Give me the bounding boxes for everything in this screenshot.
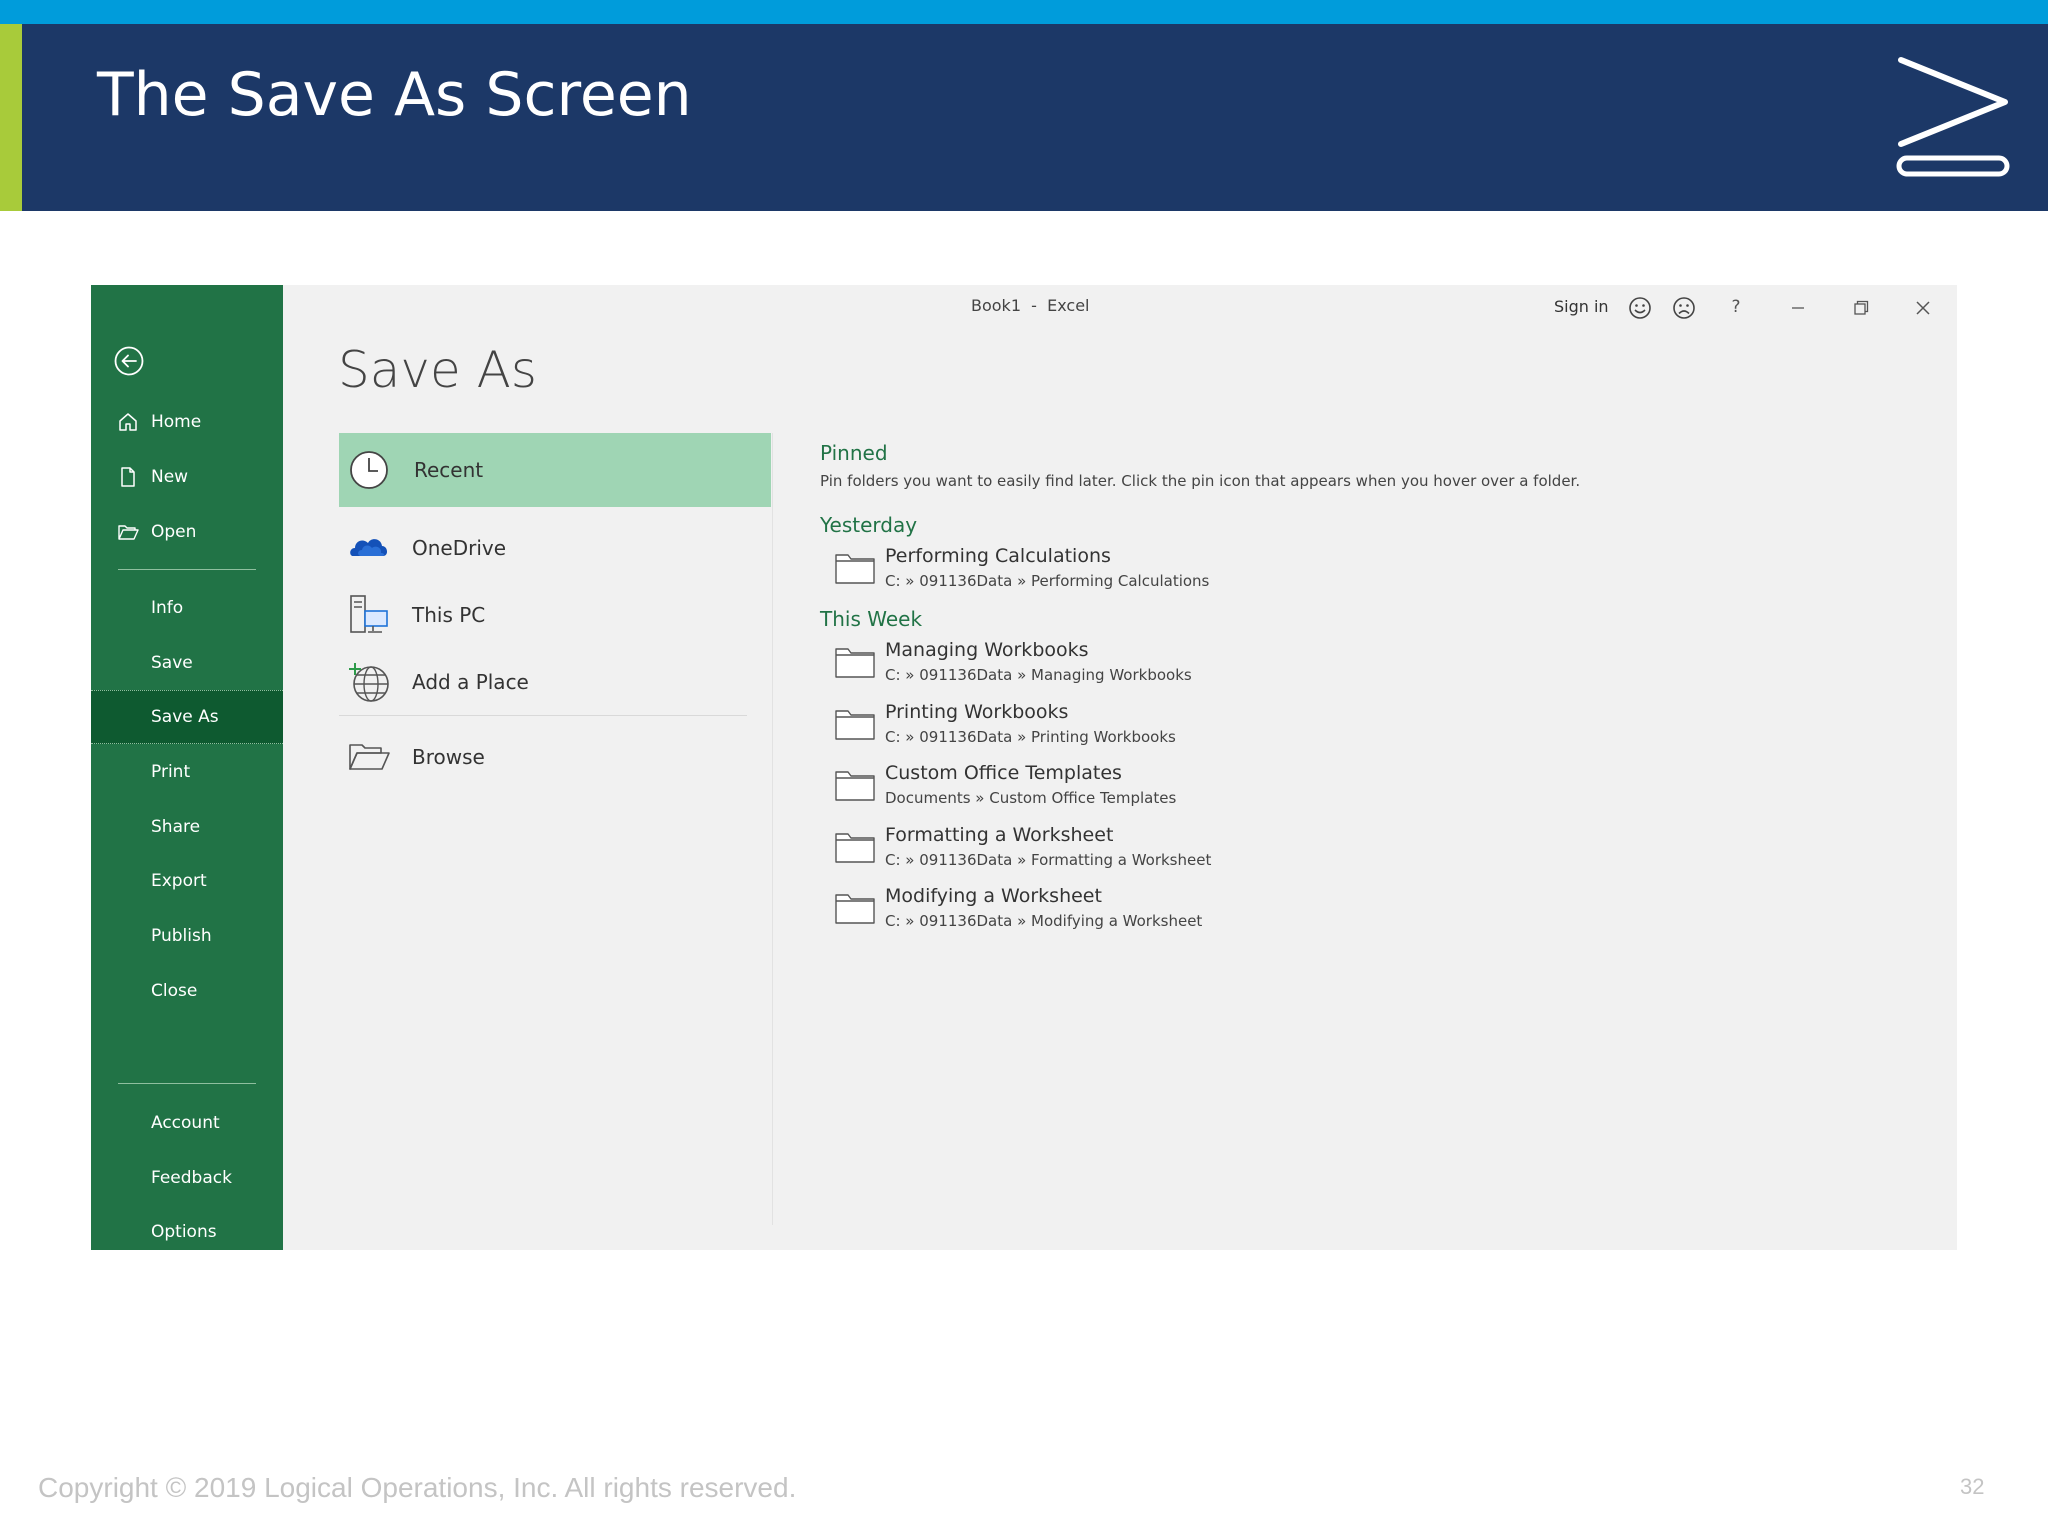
new-document-icon xyxy=(121,467,135,487)
location-recent[interactable]: Recent xyxy=(339,433,771,507)
help-icon[interactable]: ? xyxy=(1721,297,1751,327)
folder-path: C: » 091136Data » Printing Workbooks xyxy=(885,728,1176,746)
folder-path: C: » 091136Data » Formatting a Worksheet xyxy=(885,851,1212,869)
backstage-sidebar: Home New Open Info Save Save As Print Sh… xyxy=(91,285,283,1250)
folder-path: C: » 091136Data » Managing Workbooks xyxy=(885,666,1192,684)
sidebar-item-label: Options xyxy=(151,1222,217,1242)
smiley-icon[interactable] xyxy=(1625,293,1655,323)
page-title: Save As xyxy=(338,341,537,399)
sidebar-item-label: Close xyxy=(151,981,198,1001)
location-this-pc[interactable]: This PC xyxy=(339,578,771,652)
recent-folder-item[interactable]: Formatting a Worksheet C: » 091136Data »… xyxy=(835,824,1535,880)
sidebar-item-save-as[interactable]: Save As xyxy=(91,690,283,744)
sidebar-item-label: Print xyxy=(151,762,191,782)
back-arrow-icon[interactable] xyxy=(113,345,145,377)
recent-folder-item[interactable]: Managing Workbooks C: » 091136Data » Man… xyxy=(835,639,1535,695)
location-divider xyxy=(339,715,747,716)
sidebar-item-close[interactable]: Close xyxy=(91,964,283,1018)
sidebar-item-publish[interactable]: Publish xyxy=(91,909,283,963)
folder-icon xyxy=(835,648,875,678)
recent-folder-item[interactable]: Printing Workbooks C: » 091136Data » Pri… xyxy=(835,701,1535,757)
panel-divider xyxy=(772,433,773,1225)
top-stripe xyxy=(0,0,2048,24)
slide-title: The Save As Screen xyxy=(97,60,692,130)
section-heading-yesterday: Yesterday xyxy=(820,513,918,537)
sidebar-item-new[interactable]: New xyxy=(91,450,283,504)
computer-icon xyxy=(350,595,388,633)
sidebar-item-label: Feedback xyxy=(151,1168,232,1188)
folder-name: Formatting a Worksheet xyxy=(885,824,1114,846)
sidebar-item-label: Home xyxy=(151,412,202,432)
accent-bar xyxy=(0,24,22,211)
open-folder-icon xyxy=(349,744,390,770)
sidebar-item-label: Export xyxy=(151,871,207,891)
sidebar-item-export[interactable]: Export xyxy=(91,854,283,908)
folder-icon xyxy=(835,554,875,584)
section-heading-pinned: Pinned xyxy=(820,441,888,465)
pinned-description: Pin folders you want to easily find late… xyxy=(820,472,1581,490)
page-number: 32 xyxy=(1960,1474,1985,1499)
frown-icon[interactable] xyxy=(1669,293,1699,323)
recent-folder-item[interactable]: Performing Calculations C: » 091136Data … xyxy=(835,545,1535,601)
folder-name: Modifying a Worksheet xyxy=(885,885,1102,907)
window-title: Book1 - Excel xyxy=(971,296,1090,315)
folder-name: Managing Workbooks xyxy=(885,639,1089,661)
folder-icon xyxy=(835,771,875,801)
sidebar-item-label: Share xyxy=(151,817,201,837)
folder-name: Printing Workbooks xyxy=(885,701,1069,723)
recent-folder-item[interactable]: Custom Office Templates Documents » Cust… xyxy=(835,762,1535,818)
folder-icon xyxy=(835,894,875,924)
sidebar-item-info[interactable]: Info xyxy=(91,581,283,635)
sidebar-item-label: Save xyxy=(151,653,193,673)
folder-icon xyxy=(835,710,875,740)
sidebar-divider xyxy=(118,569,256,570)
sidebar-item-label: Publish xyxy=(151,926,212,946)
minimize-icon[interactable] xyxy=(1783,293,1813,323)
sidebar-item-options[interactable]: Options xyxy=(91,1205,283,1259)
globe-add-icon xyxy=(349,663,389,702)
location-label: OneDrive xyxy=(412,536,507,560)
sidebar-divider xyxy=(118,1083,256,1084)
restore-icon[interactable] xyxy=(1846,293,1876,323)
folder-icon xyxy=(835,833,875,863)
section-heading-this-week: This Week xyxy=(820,607,923,631)
sidebar-item-home[interactable]: Home xyxy=(91,395,283,449)
sidebar-item-label: Open xyxy=(151,522,197,542)
location-label: Add a Place xyxy=(412,670,529,694)
folder-path: C: » 091136Data » Modifying a Worksheet xyxy=(885,912,1203,930)
sidebar-item-feedback[interactable]: Feedback xyxy=(91,1151,283,1205)
sidebar-item-label: Account xyxy=(151,1113,220,1133)
location-label: Browse xyxy=(412,745,485,769)
sidebar-item-save[interactable]: Save xyxy=(91,636,283,690)
sidebar-item-label: Save As xyxy=(151,707,219,727)
open-folder-icon xyxy=(118,525,139,540)
sidebar-item-share[interactable]: Share xyxy=(91,800,283,854)
sidebar-item-account[interactable]: Account xyxy=(91,1096,283,1150)
sign-in-link[interactable]: Sign in xyxy=(1554,297,1609,316)
folder-name: Performing Calculations xyxy=(885,545,1111,567)
logo-icon xyxy=(1896,57,2010,177)
excel-window: Home New Open Info Save Save As Print Sh… xyxy=(91,285,1957,1250)
location-label: Recent xyxy=(414,458,484,482)
sidebar-item-print[interactable]: Print xyxy=(91,745,283,799)
folder-path: Documents » Custom Office Templates xyxy=(885,789,1177,807)
copyright-text: Copyright © 2019 Logical Operations, Inc… xyxy=(38,1472,797,1503)
location-onedrive[interactable]: OneDrive xyxy=(339,511,771,585)
sidebar-item-label: New xyxy=(151,467,189,487)
home-icon xyxy=(119,413,137,431)
clock-icon xyxy=(350,451,388,489)
cloud-icon xyxy=(350,539,388,556)
location-add-place[interactable]: Add a Place xyxy=(339,645,771,719)
sidebar-item-label: Info xyxy=(151,598,184,618)
sidebar-item-open[interactable]: Open xyxy=(91,505,283,559)
close-icon[interactable] xyxy=(1908,293,1938,323)
folder-name: Custom Office Templates xyxy=(885,762,1122,784)
folder-path: C: » 091136Data » Performing Calculation… xyxy=(885,572,1210,590)
location-label: This PC xyxy=(412,603,486,627)
recent-folder-item[interactable]: Modifying a Worksheet C: » 091136Data » … xyxy=(835,885,1535,941)
location-browse[interactable]: Browse xyxy=(339,720,771,794)
